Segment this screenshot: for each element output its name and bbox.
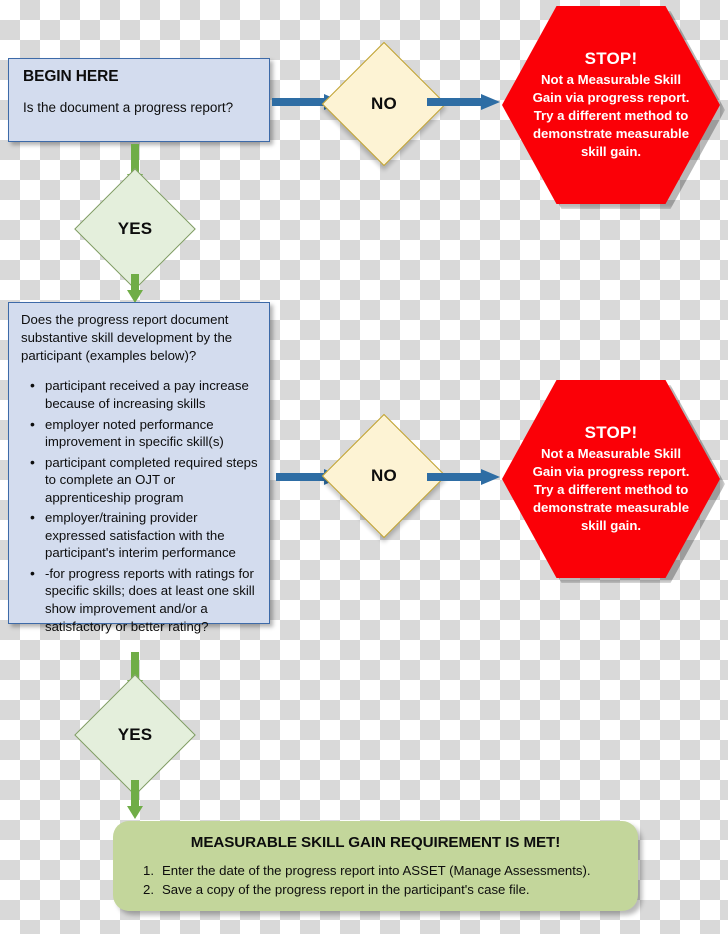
list-item: -for progress reports with ratings for s… — [30, 564, 259, 635]
begin-here-box: BEGIN HERE Is the document a progress re… — [8, 58, 270, 142]
skill-development-question-box: Does the progress report document substa… — [8, 302, 270, 634]
stop-hexagon-1-title: STOP! — [584, 49, 638, 69]
decision-yes-2-label: YES — [117, 725, 153, 744]
skill-development-intro: Does the progress report document substa… — [21, 312, 233, 363]
begin-here-question: Is the document a progress report? — [23, 99, 234, 115]
decision-yes-1: YES — [74, 168, 196, 290]
decision-no-2: NO — [321, 413, 447, 539]
list-item: employer/training provider expressed sat… — [30, 508, 259, 562]
msg-requirement-met-box: MEASURABLE SKILL GAIN REQUIREMENT IS MET… — [113, 821, 638, 911]
list-item: participant received a pay increase beca… — [30, 376, 259, 412]
stop-hexagon-2-body: Not a Measurable Skill Gain via progress… — [532, 446, 690, 533]
decision-yes-2: YES — [74, 674, 196, 796]
arrow-yes2-to-result — [126, 780, 144, 820]
decision-no-2-label: NO — [371, 466, 397, 485]
stop-hexagon-2-title: STOP! — [584, 423, 638, 443]
arrow-no1-to-stop1 — [427, 93, 503, 111]
decision-no-1: NO — [321, 41, 447, 167]
list-item: participant completed required steps to … — [30, 453, 259, 507]
arrow-no2-to-stop2 — [427, 468, 503, 486]
decision-yes-1-label: YES — [117, 219, 153, 238]
list-item: Save a copy of the progress report in th… — [143, 881, 530, 899]
stop-hexagon-1-body: Not a Measurable Skill Gain via progress… — [532, 72, 690, 159]
arrow-yes1-to-detail — [126, 274, 144, 304]
begin-here-title: BEGIN HERE — [23, 68, 119, 85]
list-item: Enter the date of the progress report in… — [143, 862, 591, 880]
list-item: employer noted performance improvement i… — [30, 415, 259, 451]
skill-development-bullet-list: participant received a pay increase beca… — [21, 376, 259, 635]
flowchart-canvas: BEGIN HERE Is the document a progress re… — [0, 0, 728, 934]
result-title: MEASURABLE SKILL GAIN REQUIREMENT IS MET… — [190, 834, 561, 851]
decision-no-1-label: NO — [371, 94, 397, 113]
result-steps-list: Enter the date of the progress report in… — [129, 862, 622, 899]
